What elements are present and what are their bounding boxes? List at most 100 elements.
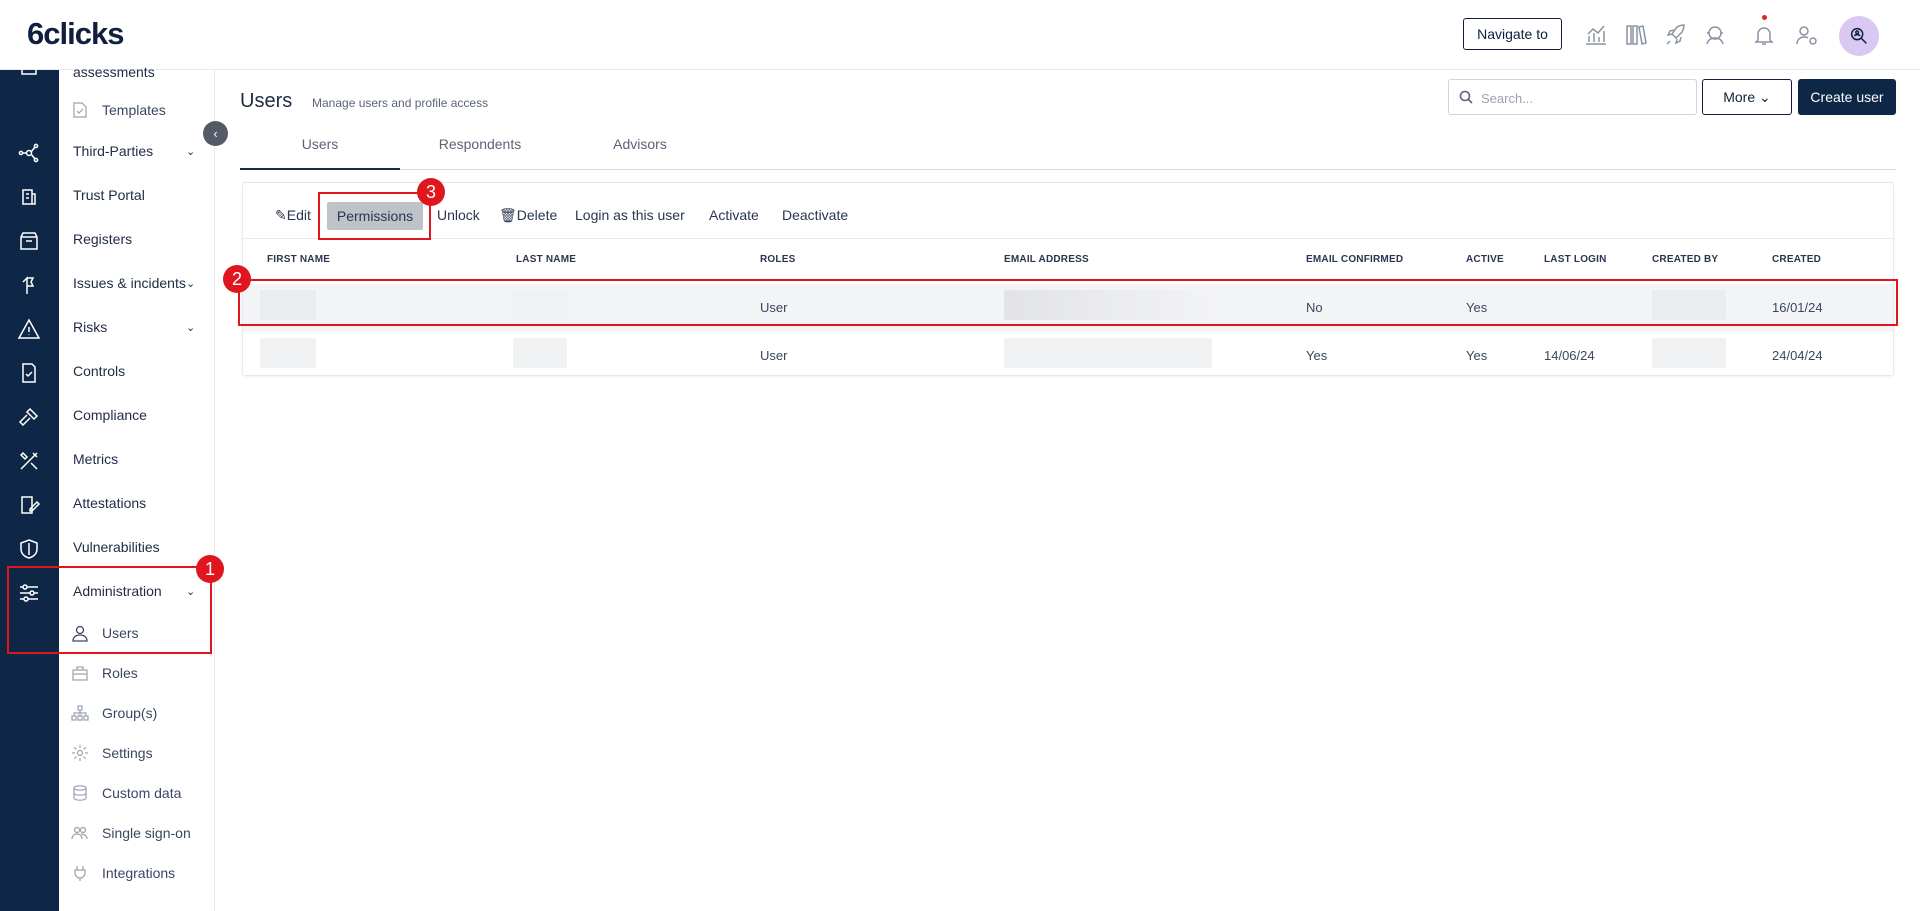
chevron-down-icon: ⌄ bbox=[1759, 88, 1771, 105]
collapse-sidebar-button[interactable]: ‹ bbox=[203, 121, 228, 146]
annotation-box-1 bbox=[7, 566, 212, 654]
rocket-icon[interactable] bbox=[1663, 22, 1689, 48]
sidebar-item-attestations[interactable]: Attestations bbox=[73, 495, 146, 511]
column-header-email-confirmed[interactable]: EMAIL CONFIRMED bbox=[1306, 254, 1403, 265]
sidebar-item-third-parties[interactable]: Third-Parties bbox=[73, 143, 153, 159]
top-bar: 6clicks Navigate to bbox=[0, 0, 1920, 70]
search-input[interactable] bbox=[1481, 88, 1681, 108]
annotation-box-2 bbox=[238, 279, 1898, 326]
column-header-roles[interactable]: ROLES bbox=[760, 254, 795, 265]
risks-warning-icon[interactable] bbox=[17, 317, 41, 341]
tab-bar: Users Respondents Advisors bbox=[240, 130, 1896, 170]
column-header-active[interactable]: ACTIVE bbox=[1466, 254, 1504, 265]
plug-icon bbox=[71, 864, 89, 882]
gear-icon bbox=[71, 744, 89, 762]
sidebar: assessments Templates Third-Parties ⌄ Tr… bbox=[59, 64, 215, 911]
app-logo[interactable]: 6clicks bbox=[27, 16, 124, 52]
edit-button[interactable]: ✎Edit bbox=[275, 207, 311, 224]
sidebar-subitem-roles[interactable]: Roles bbox=[102, 665, 138, 681]
cell-last-login: 14/06/24 bbox=[1544, 348, 1595, 363]
attestations-icon[interactable] bbox=[17, 493, 41, 517]
controls-icon[interactable] bbox=[17, 361, 41, 385]
search-icon bbox=[1459, 90, 1473, 104]
sidebar-item-trust-portal[interactable]: Trust Portal bbox=[73, 187, 145, 203]
sidebar-item-assessments-partial[interactable]: assessments bbox=[73, 64, 155, 80]
sidebar-subitem-custom-data[interactable]: Custom data bbox=[102, 785, 181, 801]
column-header-email-address[interactable]: EMAIL ADDRESS bbox=[1004, 254, 1089, 265]
template-file-icon bbox=[71, 101, 89, 119]
chevron-down-icon[interactable]: ⌄ bbox=[186, 321, 195, 334]
sidebar-item-risks[interactable]: Risks bbox=[73, 319, 107, 335]
chevron-down-icon[interactable]: ⌄ bbox=[186, 277, 195, 290]
tab-users[interactable]: Users bbox=[240, 136, 400, 152]
database-icon bbox=[71, 784, 89, 802]
sidebar-item-controls[interactable]: Controls bbox=[73, 363, 125, 379]
user-settings-icon[interactable] bbox=[1794, 22, 1820, 48]
cell-created: 24/04/24 bbox=[1772, 348, 1823, 363]
column-header-created-by[interactable]: CREATED BY bbox=[1652, 254, 1718, 265]
login-as-user-button[interactable]: Login as this user bbox=[575, 207, 685, 223]
activate-button[interactable]: Activate bbox=[709, 207, 759, 223]
users-icon bbox=[71, 824, 89, 842]
metrics-tools-icon[interactable] bbox=[17, 449, 41, 473]
analytics-icon[interactable] bbox=[1583, 22, 1609, 48]
deactivate-button[interactable]: Deactivate bbox=[782, 207, 848, 223]
redacted-last-name bbox=[513, 338, 567, 368]
navigate-to-button[interactable]: Navigate to bbox=[1463, 18, 1562, 50]
support-agent-icon[interactable] bbox=[1702, 22, 1728, 48]
cell-roles: User bbox=[760, 348, 788, 363]
issues-icon[interactable] bbox=[17, 273, 41, 297]
registers-icon[interactable] bbox=[17, 229, 41, 253]
table-toolbar: ✎Edit Permissions Unlock 🗑Delete Login a… bbox=[243, 183, 1893, 239]
sidebar-item-vulnerabilities[interactable]: Vulnerabilities bbox=[73, 539, 160, 555]
sidebar-subitem-integrations[interactable]: Integrations bbox=[102, 865, 175, 881]
search-box[interactable] bbox=[1448, 79, 1697, 115]
active-tab-indicator bbox=[240, 168, 400, 170]
cell-active: Yes bbox=[1466, 348, 1488, 363]
library-icon[interactable] bbox=[1623, 22, 1649, 48]
tab-advisors[interactable]: Advisors bbox=[560, 136, 720, 152]
tab-respondents[interactable]: Respondents bbox=[400, 136, 560, 152]
edit-label: Edit bbox=[286, 207, 311, 223]
network-icon[interactable] bbox=[17, 141, 41, 165]
more-label: More bbox=[1723, 88, 1756, 105]
trust-portal-icon[interactable] bbox=[17, 185, 41, 209]
notification-dot bbox=[1762, 15, 1767, 20]
hierarchy-icon bbox=[71, 704, 89, 722]
sidebar-item-registers[interactable]: Registers bbox=[73, 231, 132, 247]
shield-icon[interactable] bbox=[17, 537, 41, 561]
redacted-created-by bbox=[1652, 338, 1726, 368]
annotation-badge-3: 3 bbox=[417, 178, 445, 206]
cell-email-confirmed: Yes bbox=[1306, 348, 1328, 363]
delete-label: Delete bbox=[516, 207, 558, 223]
create-user-button[interactable]: Create user bbox=[1798, 79, 1896, 115]
sidebar-subitem-groups[interactable]: Group(s) bbox=[102, 705, 157, 721]
unlock-button[interactable]: Unlock bbox=[437, 207, 480, 223]
sidebar-subitem-single-sign-on[interactable]: Single sign-on bbox=[102, 825, 191, 841]
sidebar-subitem-settings[interactable]: Settings bbox=[102, 745, 153, 761]
compliance-gavel-icon[interactable] bbox=[17, 405, 41, 429]
page-title: Users bbox=[240, 90, 293, 112]
sidebar-item-issues-incidents[interactable]: Issues & incidents bbox=[73, 275, 186, 291]
pencil-icon: ✎ bbox=[275, 207, 287, 223]
annotation-badge-2: 2 bbox=[223, 265, 251, 293]
sidebar-item-compliance[interactable]: Compliance bbox=[73, 407, 147, 423]
annotation-badge-1: 1 bbox=[196, 555, 224, 583]
trash-icon: 🗑 bbox=[499, 207, 517, 223]
delete-button[interactable]: 🗑Delete bbox=[499, 207, 557, 224]
briefcase-icon bbox=[71, 664, 89, 682]
icon-rail bbox=[0, 57, 59, 911]
sidebar-item-metrics[interactable]: Metrics bbox=[73, 451, 118, 467]
notification-bell-icon[interactable] bbox=[1751, 22, 1777, 48]
table-row[interactable]: User Yes Yes 14/06/24 24/04/24 bbox=[243, 332, 1893, 380]
page-subtitle: Manage users and profile access bbox=[312, 96, 489, 110]
avatar[interactable] bbox=[1839, 16, 1879, 56]
more-button[interactable]: More ⌄ bbox=[1702, 79, 1792, 115]
column-header-created[interactable]: CREATED bbox=[1772, 254, 1821, 265]
assessments-rail-icon[interactable] bbox=[17, 54, 41, 78]
chevron-down-icon[interactable]: ⌄ bbox=[186, 145, 195, 158]
column-header-last-name[interactable]: LAST NAME bbox=[516, 254, 576, 265]
column-header-first-name[interactable]: FIRST NAME bbox=[267, 254, 330, 265]
sidebar-item-templates[interactable]: Templates bbox=[102, 102, 166, 118]
column-header-last-login[interactable]: LAST LOGIN bbox=[1544, 254, 1607, 265]
